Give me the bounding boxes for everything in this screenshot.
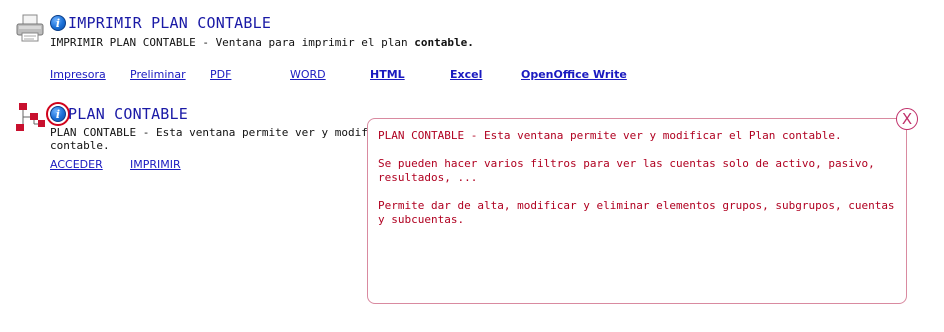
link-word[interactable]: WORD — [290, 68, 326, 81]
link-excel[interactable]: Excel — [450, 68, 482, 81]
close-tooltip-button[interactable]: X — [896, 108, 918, 130]
link-pdf[interactable]: PDF — [210, 68, 231, 81]
printer-icon — [16, 14, 44, 42]
print-plan-description: IMPRIMIR PLAN CONTABLE - Ventana para im… — [50, 36, 474, 49]
print-plan-description-bold: contable. — [414, 36, 474, 49]
plan-contable-title: PLAN CONTABLE — [68, 105, 188, 123]
tooltip-paragraph: PLAN CONTABLE - Esta ventana permite ver… — [378, 129, 842, 142]
info-icon-selected[interactable]: i — [46, 102, 70, 126]
link-imprimir[interactable]: IMPRIMIR — [130, 158, 181, 171]
info-icon[interactable]: i — [50, 15, 66, 31]
print-plan-description-text: IMPRIMIR PLAN CONTABLE - Ventana para im… — [50, 36, 415, 49]
print-plan-title: IMPRIMIR PLAN CONTABLE — [68, 14, 272, 32]
link-preliminar[interactable]: Preliminar — [130, 68, 186, 81]
info-tooltip: PLAN CONTABLE - Esta ventana permite ver… — [367, 118, 907, 304]
link-acceder[interactable]: ACCEDER — [50, 158, 103, 171]
link-impresora[interactable]: Impresora — [50, 68, 106, 81]
tree-structure-icon — [16, 103, 45, 131]
tooltip-paragraph: Permite dar de alta, modificar y elimina… — [378, 199, 895, 226]
link-openoffice-write[interactable]: OpenOffice Write — [521, 68, 627, 81]
link-html[interactable]: HTML — [370, 68, 405, 81]
tooltip-paragraph: Se pueden hacer varios filtros para ver … — [378, 157, 875, 184]
